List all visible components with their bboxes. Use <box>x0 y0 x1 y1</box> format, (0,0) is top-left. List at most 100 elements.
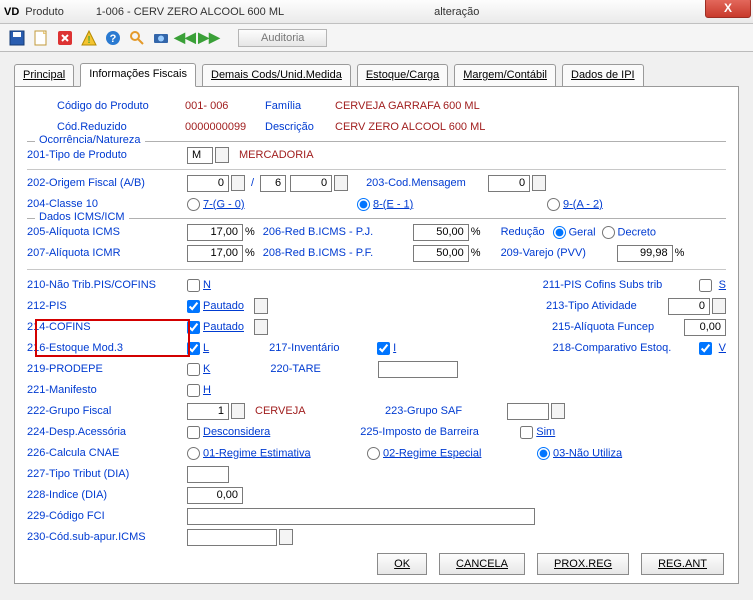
f220-input[interactable] <box>378 361 458 378</box>
f201-lookup-icon[interactable] <box>215 147 229 163</box>
ok-button[interactable]: OK <box>377 553 427 575</box>
f201-desc: MERCADORIA <box>239 149 314 161</box>
reducao-geral-radio[interactable] <box>553 226 566 239</box>
f202-b2-input[interactable] <box>290 175 332 192</box>
f224-check[interactable] <box>187 426 200 439</box>
tab-margem[interactable]: Margem/Contábil <box>454 64 556 87</box>
f202-a-input[interactable] <box>187 175 229 192</box>
f202-b1-input[interactable] <box>260 175 286 192</box>
f216-check[interactable] <box>187 342 200 355</box>
f201-input[interactable] <box>187 147 213 164</box>
f215-input[interactable] <box>684 319 726 336</box>
toolbar-icon-prev[interactable]: ◀◀ <box>176 29 194 47</box>
slash: / <box>251 177 254 189</box>
f216-chk-label: L <box>203 342 209 354</box>
f223-label: 223-Grupo SAF <box>385 405 507 417</box>
f218-check[interactable] <box>699 342 712 355</box>
f222-lookup-icon[interactable] <box>231 403 245 419</box>
f213-label: 213-Tipo Atividade <box>546 300 668 312</box>
f221-check[interactable] <box>187 384 200 397</box>
title-product: 1-006 - CERV ZERO ALCOOL 600 ML <box>96 6 284 18</box>
f204-opt9-radio[interactable] <box>547 198 560 211</box>
codigo-produto-label: Código do Produto <box>57 100 185 112</box>
f211-check[interactable] <box>699 279 712 292</box>
svg-text:!: ! <box>87 35 90 46</box>
toolbar-icon-warn[interactable]: ! <box>80 29 98 47</box>
f226-opt1-label: 01-Regime Estimativa <box>203 447 311 459</box>
toolbar-icon-save[interactable] <box>8 29 26 47</box>
f209-label: 209-Varejo (PVV) <box>501 247 617 259</box>
close-button[interactable]: X <box>705 0 751 18</box>
f222-input[interactable] <box>187 403 229 420</box>
tab-principal[interactable]: Principal <box>14 64 74 87</box>
f219-chk-label: K <box>203 363 210 375</box>
toolbar-icon-camera[interactable] <box>152 29 170 47</box>
cod-reduzido-value: 0000000099 <box>185 121 265 133</box>
f213-input[interactable] <box>668 298 710 315</box>
f225-label: 225-Imposto de Barreira <box>360 426 520 438</box>
reg-ant-button[interactable]: REG.ANT <box>641 553 724 575</box>
f223-input[interactable] <box>507 403 549 420</box>
f203-input[interactable] <box>488 175 530 192</box>
f230-lookup-icon[interactable] <box>279 529 293 545</box>
f214-label: 214-COFINS <box>27 321 187 333</box>
f226-opt3-label: 03-Não Utiliza <box>553 447 622 459</box>
f219-check[interactable] <box>187 363 200 376</box>
f218-label: 218-Comparativo Estoq. <box>553 342 699 354</box>
f207-input[interactable] <box>187 245 243 262</box>
f226-opt2-radio[interactable] <box>367 447 380 460</box>
auditoria-button[interactable]: Auditoria <box>238 29 327 47</box>
f229-input[interactable] <box>187 508 535 525</box>
f208-label: 208-Red B.ICMS - P.F. <box>263 247 413 259</box>
toolbar-icon-new[interactable] <box>32 29 50 47</box>
f209-input[interactable] <box>617 245 673 262</box>
prox-reg-button[interactable]: PROX.REG <box>537 553 629 575</box>
toolbar-icon-delete[interactable] <box>56 29 74 47</box>
f202-a-lookup-icon[interactable] <box>231 175 245 191</box>
title-bar: VD Produto 1-006 - CERV ZERO ALCOOL 600 … <box>0 0 753 24</box>
toolbar-icon-next[interactable]: ▶▶ <box>200 29 218 47</box>
reducao-decreto-radio[interactable] <box>602 226 615 239</box>
f204-opt8-radio[interactable] <box>357 198 370 211</box>
f214-check[interactable] <box>187 321 200 334</box>
f224-label: 224-Desp.Acessória <box>27 426 187 438</box>
f226-opt1-radio[interactable] <box>187 447 200 460</box>
f214-lookup-icon[interactable] <box>254 319 268 335</box>
f205-input[interactable] <box>187 224 243 241</box>
f221-label: 221-Manifesto <box>27 384 187 396</box>
f227-input[interactable] <box>187 466 229 483</box>
row-202-203: 202-Origem Fiscal (A/B) / 203-Cod.Mensag… <box>27 169 726 214</box>
tab-info-fiscais[interactable]: Informações Fiscais <box>80 63 196 87</box>
f210-check[interactable] <box>187 279 200 292</box>
f202-b-lookup-icon[interactable] <box>334 175 348 191</box>
tab-dados-ipi[interactable]: Dados de IPI <box>562 64 644 87</box>
tab-demais-cods[interactable]: Demais Cods/Unid.Medida <box>202 64 351 87</box>
f223-lookup-icon[interactable] <box>551 403 565 419</box>
f203-lookup-icon[interactable] <box>532 175 546 191</box>
group-ocorrencia: Ocorrência/Natureza 201-Tipo de Produto … <box>27 141 726 165</box>
f212-lookup-icon[interactable] <box>254 298 268 314</box>
f204-opt7-radio[interactable] <box>187 198 200 211</box>
f226-label: 226-Calcula CNAE <box>27 447 187 459</box>
f213-lookup-icon[interactable] <box>712 298 726 314</box>
close-icon: X <box>724 1 732 15</box>
f212-check[interactable] <box>187 300 200 313</box>
tab-estoque[interactable]: Estoque/Carga <box>357 64 448 87</box>
f228-input[interactable] <box>187 487 243 504</box>
f222-label: 222-Grupo Fiscal <box>27 405 187 417</box>
f230-input[interactable] <box>187 529 277 546</box>
f225-check[interactable] <box>520 426 533 439</box>
reducao-decreto-label: Decreto <box>618 226 657 238</box>
f206-input[interactable] <box>413 224 469 241</box>
toolbar-icon-help[interactable]: ? <box>104 29 122 47</box>
toolbar-icon-find[interactable] <box>128 29 146 47</box>
f226-opt3-radio[interactable] <box>537 447 550 460</box>
f208-input[interactable] <box>413 245 469 262</box>
f217-check[interactable] <box>377 342 390 355</box>
cancela-button[interactable]: CANCELA <box>439 553 525 575</box>
f211-chk-label: S <box>719 279 726 291</box>
reducao-label: Redução <box>501 226 545 238</box>
f221-chk-label: H <box>203 384 211 396</box>
f210-chk-label: N <box>203 279 211 291</box>
f220-label: 220-TARE <box>270 363 378 375</box>
